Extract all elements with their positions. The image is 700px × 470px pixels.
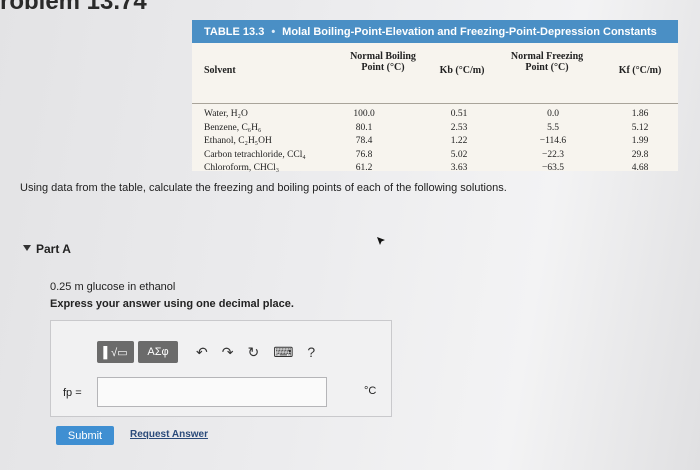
table-cell: 76.8	[355, 149, 373, 160]
part-prompt: 0.25 m glucose in ethanol	[50, 281, 176, 293]
templates-button[interactable]: ▌√▭	[97, 341, 134, 363]
table-cell: 1.86	[631, 109, 649, 119]
table-cell: Ethanol, C₂H₅OH	[204, 136, 272, 146]
table-cell: −22.3	[542, 149, 564, 160]
table-cell: 4.68	[631, 163, 649, 173]
table-cell: Chloroform, CHCl₃	[204, 163, 280, 173]
table-separator: •	[271, 25, 276, 38]
header-normal-boiling: Normal Boiling Point (°C)	[350, 51, 416, 73]
reset-icon[interactable]: ↻	[247, 344, 259, 361]
table-cell: −114.6	[539, 136, 567, 146]
submit-button[interactable]: Submit	[56, 426, 114, 445]
redo-icon[interactable]: ↷	[222, 344, 234, 361]
keyboard-icon[interactable]: ⌨	[273, 344, 293, 361]
table-cell: Water, H₂O	[204, 109, 248, 119]
math-toolbar: ▌√▭ ΑΣφ ↶ ↷ ↻ ⌨ ?	[97, 341, 315, 363]
table-cell: 5.02	[450, 149, 468, 160]
help-icon[interactable]: ?	[307, 344, 315, 360]
answer-panel: ▌√▭ ΑΣφ ↶ ↷ ↻ ⌨ ? fp = °C	[50, 320, 392, 417]
symbols-button[interactable]: ΑΣφ	[138, 341, 178, 363]
table-cell: 100.0	[353, 109, 375, 119]
header-normal-freezing: Normal Freezing Point (°C)	[510, 51, 584, 73]
table-cell: 5.12	[631, 122, 649, 133]
table-head: Solvent Normal Boiling Point (°C) Kb (°C…	[192, 43, 678, 104]
header-kb: Kb (°C/m)	[439, 65, 485, 76]
question-instruction: Using data from the table, calculate the…	[20, 182, 507, 194]
kf-column: 1.86 5.12 1.99 29.8 4.68	[615, 108, 665, 176]
constants-table: TABLE 13.3 • Molal Boiling-Point-Elevati…	[192, 20, 678, 173]
table-cell: 5.5	[547, 122, 559, 133]
table-cell: Benzene, C₆H₆	[204, 122, 262, 133]
table-cell: 0.0	[547, 109, 559, 119]
table-body: Water, H₂O Benzene, C₆H₆ Ethanol, C₂H₅OH…	[192, 104, 678, 173]
table-cell: 2.53	[450, 122, 468, 133]
table-cell: 78.4	[355, 136, 373, 146]
table-cell: −63.5	[542, 163, 564, 173]
part-instruction: Express your answer using one decimal pl…	[50, 298, 294, 310]
mouse-cursor-icon	[377, 237, 385, 245]
problem-title: roblem 13.74	[0, 0, 147, 15]
solvent-column: Water, H₂O Benzene, C₆H₆ Ethanol, C₂H₅OH…	[204, 108, 306, 176]
header-solvent: Solvent	[204, 65, 236, 76]
table-caption: TABLE 13.3 • Molal Boiling-Point-Elevati…	[192, 20, 678, 43]
answer-input[interactable]	[97, 377, 327, 407]
table-cell: 3.63	[450, 163, 468, 173]
request-answer-link[interactable]: Request Answer	[130, 429, 208, 440]
boiling-point-column: 100.0 80.1 78.4 76.8 61.2	[339, 108, 389, 176]
header-kf: Kf (°C/m)	[618, 65, 662, 76]
table-cell: 1.99	[631, 136, 649, 146]
answer-label: fp =	[63, 387, 82, 399]
table-cell: 80.1	[355, 122, 373, 133]
table-title: Molal Boiling-Point-Elevation and Freezi…	[282, 25, 657, 38]
table-cell: Carbon tetrachloride, CCl₄	[204, 149, 306, 160]
table-cell: 0.51	[450, 109, 468, 119]
table-cell: 29.8	[631, 149, 649, 160]
answer-unit: °C	[364, 385, 377, 397]
table-number: TABLE 13.3	[204, 25, 265, 38]
freezing-point-column: 0.0 5.5 −114.6 −22.3 −63.5	[528, 108, 578, 176]
undo-icon[interactable]: ↶	[196, 344, 208, 361]
collapse-caret-icon[interactable]	[23, 245, 31, 251]
table-cell: 1.22	[450, 136, 468, 146]
table-cell: 61.2	[355, 163, 373, 173]
kb-column: 0.51 2.53 1.22 5.02 3.63	[434, 108, 484, 176]
part-a-header[interactable]: Part A	[36, 242, 71, 256]
